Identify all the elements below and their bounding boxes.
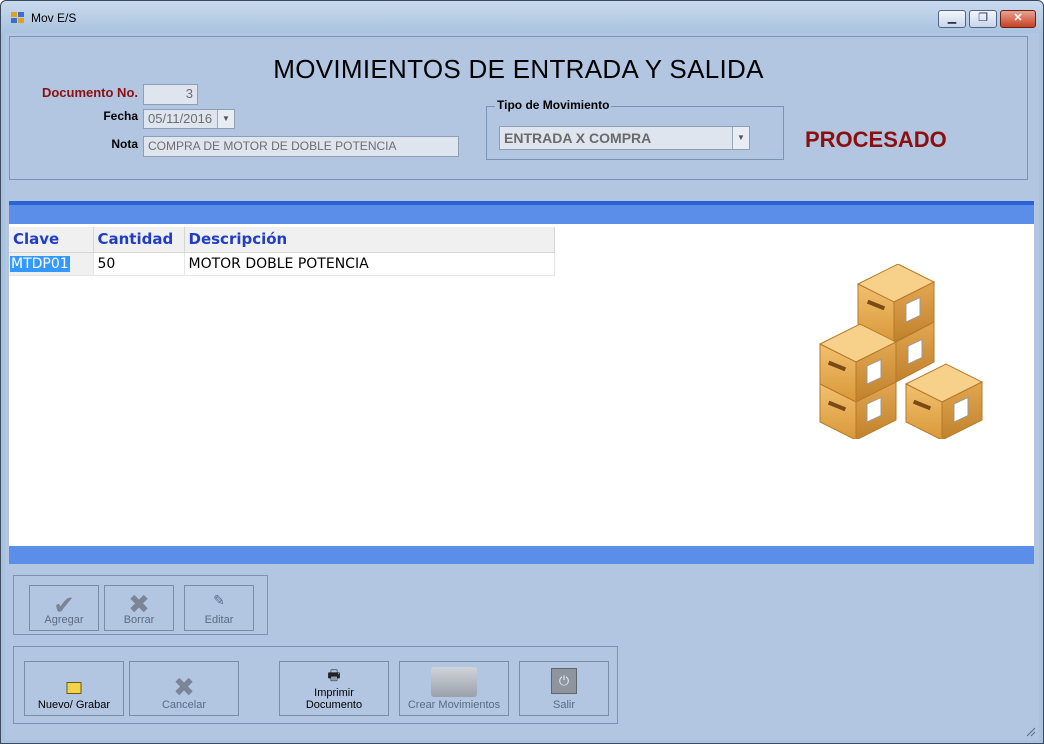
app-window-icon	[11, 12, 25, 23]
crear-movimientos-button[interactable]: Crear Movimientos	[399, 661, 509, 716]
cash-register-icon	[431, 667, 477, 697]
borrar-button[interactable]: ✖ Borrar	[104, 585, 174, 631]
grid-top-bar	[9, 201, 1034, 224]
status-badge: PROCESADO	[805, 127, 947, 152]
document-actions-group: Nuevo/ Grabar ✖ Cancelar 🖶 Imprimir Docu…	[13, 646, 618, 724]
box-bottom-right	[904, 363, 984, 439]
window-title: Mov E/S	[31, 11, 77, 25]
tipo-movimiento-legend: Tipo de Movimiento	[495, 98, 612, 112]
nota-field[interactable]: COMPRA DE MOTOR DE DOBLE POTENCIA	[143, 136, 459, 157]
nuevo-grabar-button[interactable]: Nuevo/ Grabar	[24, 661, 124, 716]
salir-button[interactable]: ⏻ Salir	[519, 661, 609, 716]
table-row[interactable]: MTDP01 50 MOTOR DOBLE POTENCIA	[9, 252, 555, 276]
nota-label: Nota	[111, 137, 138, 151]
documento-field[interactable]: 3	[143, 84, 198, 105]
cell-cantidad[interactable]: 50	[93, 252, 185, 276]
fecha-value: 05/11/2016	[148, 111, 213, 126]
minimize-button[interactable]: ▁	[938, 10, 966, 28]
column-header-clave[interactable]: Clave	[9, 227, 94, 253]
fecha-picker[interactable]: 05/11/2016 ▼	[143, 109, 235, 129]
tipo-movimiento-select[interactable]: ENTRADA X COMPRA ▼	[499, 126, 750, 150]
close-button[interactable]: ✕	[1000, 10, 1036, 28]
agregar-button[interactable]: ✔ Agregar	[29, 585, 99, 631]
title-bar[interactable]: Mov E/S ▁ ❐ ✕	[1, 1, 1043, 33]
nota-value: COMPRA DE MOTOR DE DOBLE POTENCIA	[148, 139, 397, 153]
main-window: Mov E/S ▁ ❐ ✕ MOVIMIENTOS DE ENTRADA Y S…	[0, 0, 1044, 744]
client-area: MOVIMIENTOS DE ENTRADA Y SALIDA Document…	[5, 33, 1039, 740]
printer-icon: 🖶	[327, 667, 341, 683]
cell-clave[interactable]: MTDP01	[9, 252, 94, 276]
chevron-down-icon[interactable]: ▼	[217, 110, 234, 128]
x-icon: ✖	[173, 672, 195, 702]
tipo-movimiento-group: Tipo de Movimiento ENTRADA X COMPRA ▼	[486, 98, 784, 160]
resize-grip-icon[interactable]	[1024, 725, 1036, 737]
imprimir-documento-button[interactable]: 🖶 Imprimir Documento	[279, 661, 389, 716]
documento-value: 3	[185, 86, 193, 101]
header-panel: MOVIMIENTOS DE ENTRADA Y SALIDA Document…	[9, 36, 1028, 180]
fecha-label: Fecha	[103, 109, 138, 123]
item-actions-group: ✔ Agregar ✖ Borrar ✎ Editar	[13, 575, 268, 635]
cell-descripcion[interactable]: MOTOR DOBLE POTENCIA	[184, 252, 555, 276]
chevron-down-icon[interactable]: ▼	[732, 127, 749, 149]
items-grid-area: Clave Cantidad Descripción MTDP01 50 MOT…	[9, 224, 1034, 546]
cancelar-button[interactable]: ✖ Cancelar	[129, 661, 239, 716]
power-icon: ⏻	[551, 668, 577, 694]
grid-bottom-bar	[9, 546, 1034, 564]
page-title: MOVIMIENTOS DE ENTRADA Y SALIDA	[273, 54, 764, 84]
stacked-boxes-illustration	[818, 264, 984, 439]
items-grid[interactable]: Clave Cantidad Descripción MTDP01 50 MOT…	[9, 227, 555, 276]
edit-icon: ✎	[213, 592, 225, 608]
save-icon	[66, 682, 82, 694]
editar-button[interactable]: ✎ Editar	[184, 585, 254, 631]
column-header-cantidad[interactable]: Cantidad	[93, 227, 185, 253]
tipo-movimiento-value: ENTRADA X COMPRA	[504, 130, 652, 146]
documento-label: Documento No.	[41, 85, 138, 100]
maximize-button[interactable]: ❐	[969, 10, 997, 28]
grid-header-row: Clave Cantidad Descripción	[9, 227, 555, 253]
column-header-descripcion[interactable]: Descripción	[184, 227, 555, 253]
